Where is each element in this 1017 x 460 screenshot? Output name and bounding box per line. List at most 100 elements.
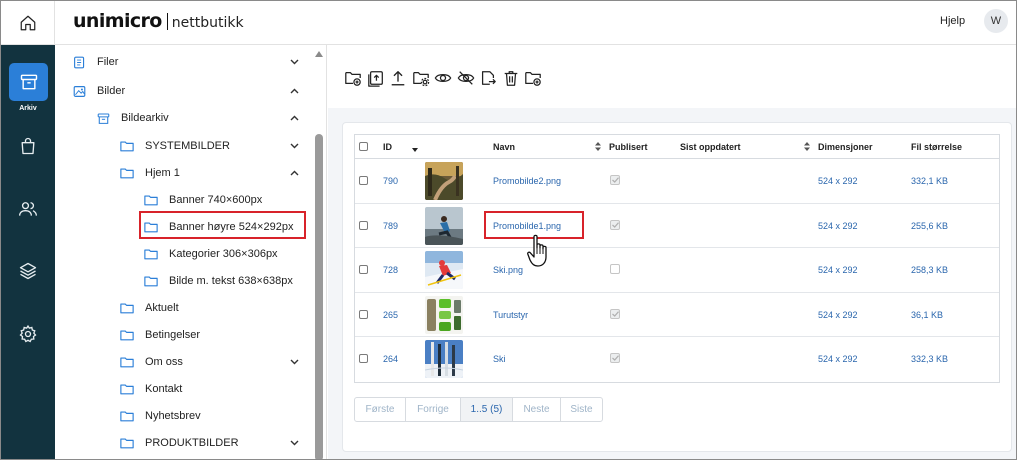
folder-icon	[120, 139, 134, 153]
main-nav: Arkiv	[1, 45, 55, 459]
tree-item-produktbilder[interactable]: PRODUKTBILDER	[120, 432, 239, 454]
hide-button[interactable]	[457, 69, 475, 87]
row-checkbox[interactable]	[359, 265, 368, 274]
chevron-down-icon[interactable]	[289, 57, 299, 67]
nav-item-archive[interactable]	[9, 63, 48, 101]
tree-item-bilder[interactable]: Bilder	[72, 80, 125, 102]
eye-off-icon	[457, 71, 475, 85]
home-button[interactable]	[1, 1, 55, 45]
published-checkbox-checked	[610, 175, 620, 185]
table-row[interactable]: 265 Turutstyr 524 x 292 36,1 KB	[355, 293, 999, 337]
chevron-down-icon[interactable]	[289, 141, 299, 151]
table-row[interactable]: 264 Ski 524 x 292 332,3 KB	[355, 337, 999, 382]
row-name-link[interactable]: Promobilde2.png	[493, 176, 561, 186]
delete-button[interactable]	[502, 69, 520, 87]
col-dimensions[interactable]: Dimensjoner	[818, 142, 873, 152]
chevron-up-icon[interactable]	[289, 86, 299, 96]
help-link[interactable]: Hjelp	[940, 15, 965, 27]
folder-icon	[120, 409, 134, 423]
col-published[interactable]: Publisert	[609, 142, 648, 152]
pager-first[interactable]: Første	[355, 398, 406, 421]
tree-item-filer[interactable]: Filer	[72, 51, 118, 73]
brand-logo[interactable]: unimicro nettbutikk	[73, 10, 244, 32]
row-dimensions: 524 x 292	[818, 265, 858, 275]
nav-item-archive-label: Arkiv	[19, 105, 37, 112]
table-row[interactable]: 790 Promobilde2.png 524 x 292 332,1 KB	[355, 159, 999, 204]
new-folder-icon	[345, 71, 361, 86]
new-folder-button[interactable]	[344, 69, 362, 87]
col-name[interactable]: Navn	[493, 142, 515, 152]
tree-item-bilde-tekst[interactable]: Bilde m. tekst 638×638px	[144, 270, 293, 292]
tree-item-kategorier[interactable]: Kategorier 306×306px	[144, 243, 278, 265]
row-id: 265	[383, 309, 399, 320]
nav-item-shop[interactable]	[15, 133, 41, 159]
upload-button[interactable]	[389, 69, 407, 87]
upload-folder-icon	[368, 71, 383, 87]
published-checkbox-checked	[610, 353, 620, 363]
pager-current[interactable]: 1..5 (5)	[461, 398, 513, 421]
user-avatar[interactable]: W	[984, 9, 1008, 33]
table-row[interactable]: 789 Promobilde1.png 524 x 292 255,6 KB	[355, 204, 999, 248]
row-checkbox[interactable]	[359, 354, 368, 363]
trash-icon	[504, 71, 518, 86]
chevron-down-icon[interactable]	[289, 438, 299, 448]
row-name-link[interactable]: Ski.png	[493, 265, 523, 275]
show-button[interactable]	[434, 69, 452, 87]
row-name-link[interactable]: Ski	[493, 354, 506, 364]
nav-item-settings[interactable]	[15, 321, 41, 347]
row-name-link[interactable]: Turutstyr	[493, 310, 528, 320]
tree-item-label: Bilde m. tekst 638×638px	[169, 275, 293, 287]
tree-item-betingelser[interactable]: Betingelser	[120, 324, 200, 346]
row-id: 789	[383, 220, 399, 231]
row-checkbox[interactable]	[359, 309, 368, 319]
tree-item-label: Hjem 1	[145, 167, 180, 179]
archive-box-icon	[96, 111, 110, 125]
toolbar	[328, 45, 1016, 108]
nav-item-users[interactable]	[15, 196, 41, 222]
sort-desc-icon[interactable]	[412, 144, 418, 154]
thumbnail-image[interactable]	[425, 251, 463, 289]
tree-item-systembilder[interactable]: SYSTEMBILDER	[120, 135, 230, 157]
table-row[interactable]: 728 Ski.png 524 x 292 258,3 KB	[355, 248, 999, 293]
scroll-up-arrow[interactable]	[315, 49, 323, 59]
upload-to-folder-button[interactable]	[367, 69, 385, 87]
row-checkbox[interactable]	[359, 176, 368, 185]
tree-item-hjem1[interactable]: Hjem 1	[120, 162, 180, 184]
pager-next[interactable]: Neste	[513, 398, 561, 421]
folder-settings-icon	[413, 71, 430, 87]
app-window: unimicro nettbutikk Hjelp W Arkiv Filer …	[0, 0, 1017, 460]
tree-item-banner-740[interactable]: Banner 740×600px	[144, 189, 262, 211]
pager-prev[interactable]: Forrige	[406, 398, 461, 421]
row-checkbox[interactable]	[359, 220, 368, 230]
chevron-down-icon[interactable]	[289, 357, 299, 367]
tree-item-om-oss[interactable]: Om oss	[120, 351, 183, 373]
tree-item-nyhetsbrev[interactable]: Nyhetsbrev	[120, 405, 201, 427]
sort-icon[interactable]	[595, 142, 601, 153]
chevron-up-icon[interactable]	[289, 168, 299, 178]
sort-icon[interactable]	[804, 142, 810, 153]
folder-settings-button[interactable]	[412, 69, 430, 87]
nav-item-layers[interactable]	[15, 258, 41, 284]
folder-icon	[120, 328, 134, 342]
col-updated[interactable]: Sist oppdatert	[680, 142, 741, 152]
thumbnail-image[interactable]	[425, 295, 463, 334]
tree-item-aktuelt[interactable]: Aktuelt	[120, 297, 179, 319]
select-all-checkbox[interactable]	[359, 142, 368, 151]
tree-item-label: PRODUKTBILDER	[145, 437, 239, 449]
col-id[interactable]: ID	[383, 142, 392, 152]
tree-item-bildearkiv[interactable]: Bildearkiv	[96, 107, 169, 129]
table-header: ID Navn Publisert Sist oppdatert Dimensj…	[355, 135, 999, 159]
tree-scrollbar-thumb[interactable]	[315, 134, 323, 459]
thumbnail-image[interactable]	[425, 162, 463, 200]
pagination: Første Forrige 1..5 (5) Neste Siste	[354, 397, 603, 422]
chevron-up-icon[interactable]	[289, 113, 299, 123]
thumbnail-image[interactable]	[425, 340, 463, 378]
move-button[interactable]	[479, 69, 497, 87]
pager-last[interactable]: Siste	[561, 398, 602, 421]
logo-main-text: unimicro	[73, 10, 162, 32]
col-filesize[interactable]: Fil størrelse	[911, 142, 962, 152]
thumbnail-image[interactable]	[425, 206, 463, 245]
tree-item-label: Filer	[97, 56, 119, 68]
tree-item-kontakt[interactable]: Kontakt	[120, 378, 182, 400]
add-folder-button[interactable]	[524, 69, 542, 87]
